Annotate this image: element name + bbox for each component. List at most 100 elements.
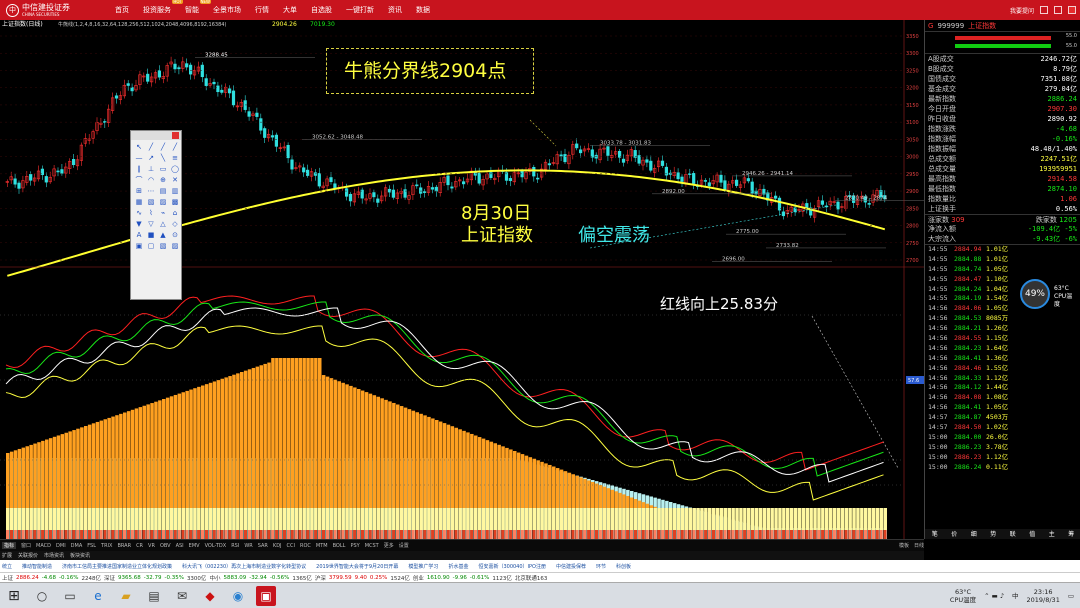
draw-tool-icon[interactable]: ▧ — [158, 242, 168, 251]
indicator-tab[interactable]: MTM — [316, 543, 328, 549]
news-item[interactable]: 推动智能制造 — [22, 563, 52, 570]
news-item[interactable]: 2019世界智能大会将于9月20日开幕 — [316, 563, 398, 570]
folder-icon[interactable]: ▰ — [116, 586, 136, 606]
news-item[interactable]: 科创板 — [616, 563, 631, 570]
indicator-tab[interactable]: VOL-TDX — [205, 543, 227, 549]
draw-tool-icon[interactable]: ▨ — [158, 198, 168, 207]
indicator-tab[interactable]: DMI — [56, 543, 66, 549]
toolbox-close-icon[interactable] — [172, 132, 179, 139]
draw-tool-icon[interactable]: ▭ — [158, 165, 168, 174]
sub-tab[interactable]: 扩展 — [2, 552, 12, 559]
draw-tool-icon[interactable]: ⌂ — [170, 209, 180, 218]
close-button[interactable] — [1068, 6, 1076, 14]
draw-tool-icon[interactable]: ⊞ — [134, 187, 144, 196]
draw-tool-icon[interactable]: ◠ — [146, 176, 156, 185]
indicator-tab[interactable]: 更多 — [384, 542, 394, 549]
tray-clock[interactable]: 23:16 2019/8/31 — [1027, 588, 1060, 604]
draw-tool-icon[interactable]: ▩ — [170, 198, 180, 207]
draw-tool-icon[interactable]: ≡ — [170, 154, 180, 163]
panel-tab[interactable]: 笔 — [932, 529, 938, 539]
panel-tab[interactable]: 联 — [1010, 529, 1016, 539]
draw-tool-icon[interactable]: ▤ — [158, 187, 168, 196]
draw-tool-icon[interactable]: ╱ — [146, 143, 156, 152]
draw-tool-icon[interactable]: ⊙ — [170, 231, 180, 240]
menu-item-5[interactable]: 大单 — [283, 5, 297, 15]
indicator-tab[interactable]: PSY — [350, 543, 359, 549]
sub-tab[interactable]: 关联报价 — [18, 552, 38, 559]
indicator-tab[interactable]: ASI — [176, 543, 184, 549]
indicator-tab[interactable]: RSI — [231, 543, 239, 549]
draw-tool-icon[interactable]: ↖ — [134, 143, 144, 152]
indicator-tab[interactable]: MACD — [36, 543, 51, 549]
draw-tool-icon[interactable]: ⌇ — [146, 209, 156, 218]
draw-tool-icon[interactable]: ▦ — [134, 198, 144, 207]
draw-tool-icon[interactable]: ▨ — [170, 242, 180, 251]
menu-item-6[interactable]: 自选股 — [311, 5, 332, 15]
mail-icon[interactable]: ✉ — [172, 586, 192, 606]
panel-tab[interactable]: 价 — [951, 529, 957, 539]
menu-item-4[interactable]: 行情 — [255, 5, 269, 15]
menu-item-9[interactable]: 数据 — [416, 5, 430, 15]
indicator-tab[interactable]: 指标 — [2, 542, 17, 549]
indicator-tab[interactable]: MCST — [365, 543, 379, 549]
minimize-button[interactable] — [1040, 6, 1048, 14]
indicator-tab[interactable]: BOLL — [333, 543, 346, 549]
draw-tool-icon[interactable]: ⌁ — [158, 209, 168, 218]
news-item[interactable]: 模型推广学习 — [408, 563, 438, 570]
indicator-tab[interactable]: WR — [244, 543, 252, 549]
draw-tool-icon[interactable]: ↗ — [146, 154, 156, 163]
chart-area[interactable]: 上证指数(日线) 牛熊线(1,2,4,8,16,32,64,128,256,51… — [0, 20, 955, 548]
news-item[interactable]: 环节 — [596, 563, 606, 570]
menu-item-3[interactable]: 全景市场 — [213, 5, 241, 15]
draw-tool-icon[interactable]: ▽ — [146, 220, 156, 229]
indicator-tab[interactable]: EMV — [189, 543, 200, 549]
panel-tab[interactable]: 势 — [990, 529, 996, 539]
draw-tool-icon[interactable]: ▥ — [170, 187, 180, 196]
tray-lang[interactable]: 中 — [1012, 592, 1019, 600]
menu-item-8[interactable]: 资讯 — [388, 5, 402, 15]
indicator-tab[interactable]: ROC — [300, 543, 311, 549]
indicator-tab[interactable]: TRIX — [101, 543, 112, 549]
draw-tool-icon[interactable]: ∿ — [134, 209, 144, 218]
sub-tab[interactable]: 板块资讯 — [70, 552, 90, 559]
draw-tool-icon[interactable]: ■ — [146, 231, 156, 240]
store-icon[interactable]: ▤ — [144, 586, 164, 606]
indicator-tab[interactable]: FSL — [87, 543, 96, 549]
indicator-tab[interactable]: VR — [148, 543, 155, 549]
indicator-tab[interactable]: OBV — [160, 543, 171, 549]
draw-tool-icon[interactable]: ◇ — [170, 220, 180, 229]
help-link[interactable]: 我要提问 — [1010, 6, 1034, 15]
notification-icon[interactable]: ▭ — [1068, 592, 1074, 600]
draw-tool-icon[interactable]: ▲ — [158, 231, 168, 240]
news-item[interactable]: 济南市工信局主要推进国家制造业立体化规划政策 — [62, 563, 172, 570]
indicator-tab[interactable]: 设置 — [399, 542, 409, 549]
trading-app-icon[interactable]: ▣ — [256, 585, 276, 606]
tray-icons-icon[interactable]: ⌃ ▬ ♪ — [984, 592, 1004, 600]
draw-tool-icon[interactable]: ▣ — [134, 242, 144, 251]
windows-start-icon[interactable]: ⊞ — [4, 586, 24, 606]
news-item[interactable]: 统立 — [2, 563, 12, 570]
news-item[interactable]: 折水基金 — [448, 563, 468, 570]
panel-tab[interactable]: 主 — [1049, 529, 1055, 539]
news-item[interactable]: 科大讯飞（002230）再次上海市制造业数字化转型协议 — [182, 563, 306, 570]
maximize-button[interactable] — [1054, 6, 1062, 14]
draw-tool-icon[interactable]: ∥ — [134, 165, 144, 174]
panel-tab[interactable]: 细 — [971, 529, 977, 539]
draw-tool-icon[interactable]: ▢ — [146, 242, 156, 251]
draw-tool-icon[interactable]: △ — [158, 220, 168, 229]
drawing-toolbox[interactable]: ↖ ╱ ╱ ╱ — ↗ ╲ ≡ ∥ ⊥ ▭ ◯ ⌒ ◠ ⊕ ✕ ⊞ ⋯ ▤ ▥ ▦ ▧ ▨ ▩ ∿ ⌇ ⌁ ⌂ ▼ ▽ △ ◇ A ■ ▲ ⊙ ▣ ▢ ▧ ▨ — [130, 130, 182, 300]
menu-item-1[interactable]: 投资服务 HOT — [143, 0, 183, 15]
indicator-tab[interactable]: CCI — [287, 543, 295, 549]
menu-item-7[interactable]: 一键打新 — [346, 5, 374, 15]
indicator-tab[interactable]: BRAR — [117, 543, 131, 549]
draw-tool-icon[interactable]: ╱ — [170, 143, 180, 152]
app-icon[interactable]: ◆ — [200, 586, 220, 606]
draw-tool-icon[interactable]: ◯ — [170, 165, 180, 174]
draw-tool-icon[interactable]: ╱ — [158, 143, 168, 152]
draw-tool-icon[interactable]: A — [134, 231, 144, 240]
panel-tab[interactable]: 值 — [1029, 529, 1035, 539]
draw-tool-icon[interactable]: ⊕ — [158, 176, 168, 185]
view-tab[interactable]: 模板 — [899, 542, 909, 549]
draw-tool-icon[interactable]: ▼ — [134, 220, 144, 229]
news-item[interactable]: 恒安嘉新（300040）IPO注册 — [478, 563, 546, 570]
